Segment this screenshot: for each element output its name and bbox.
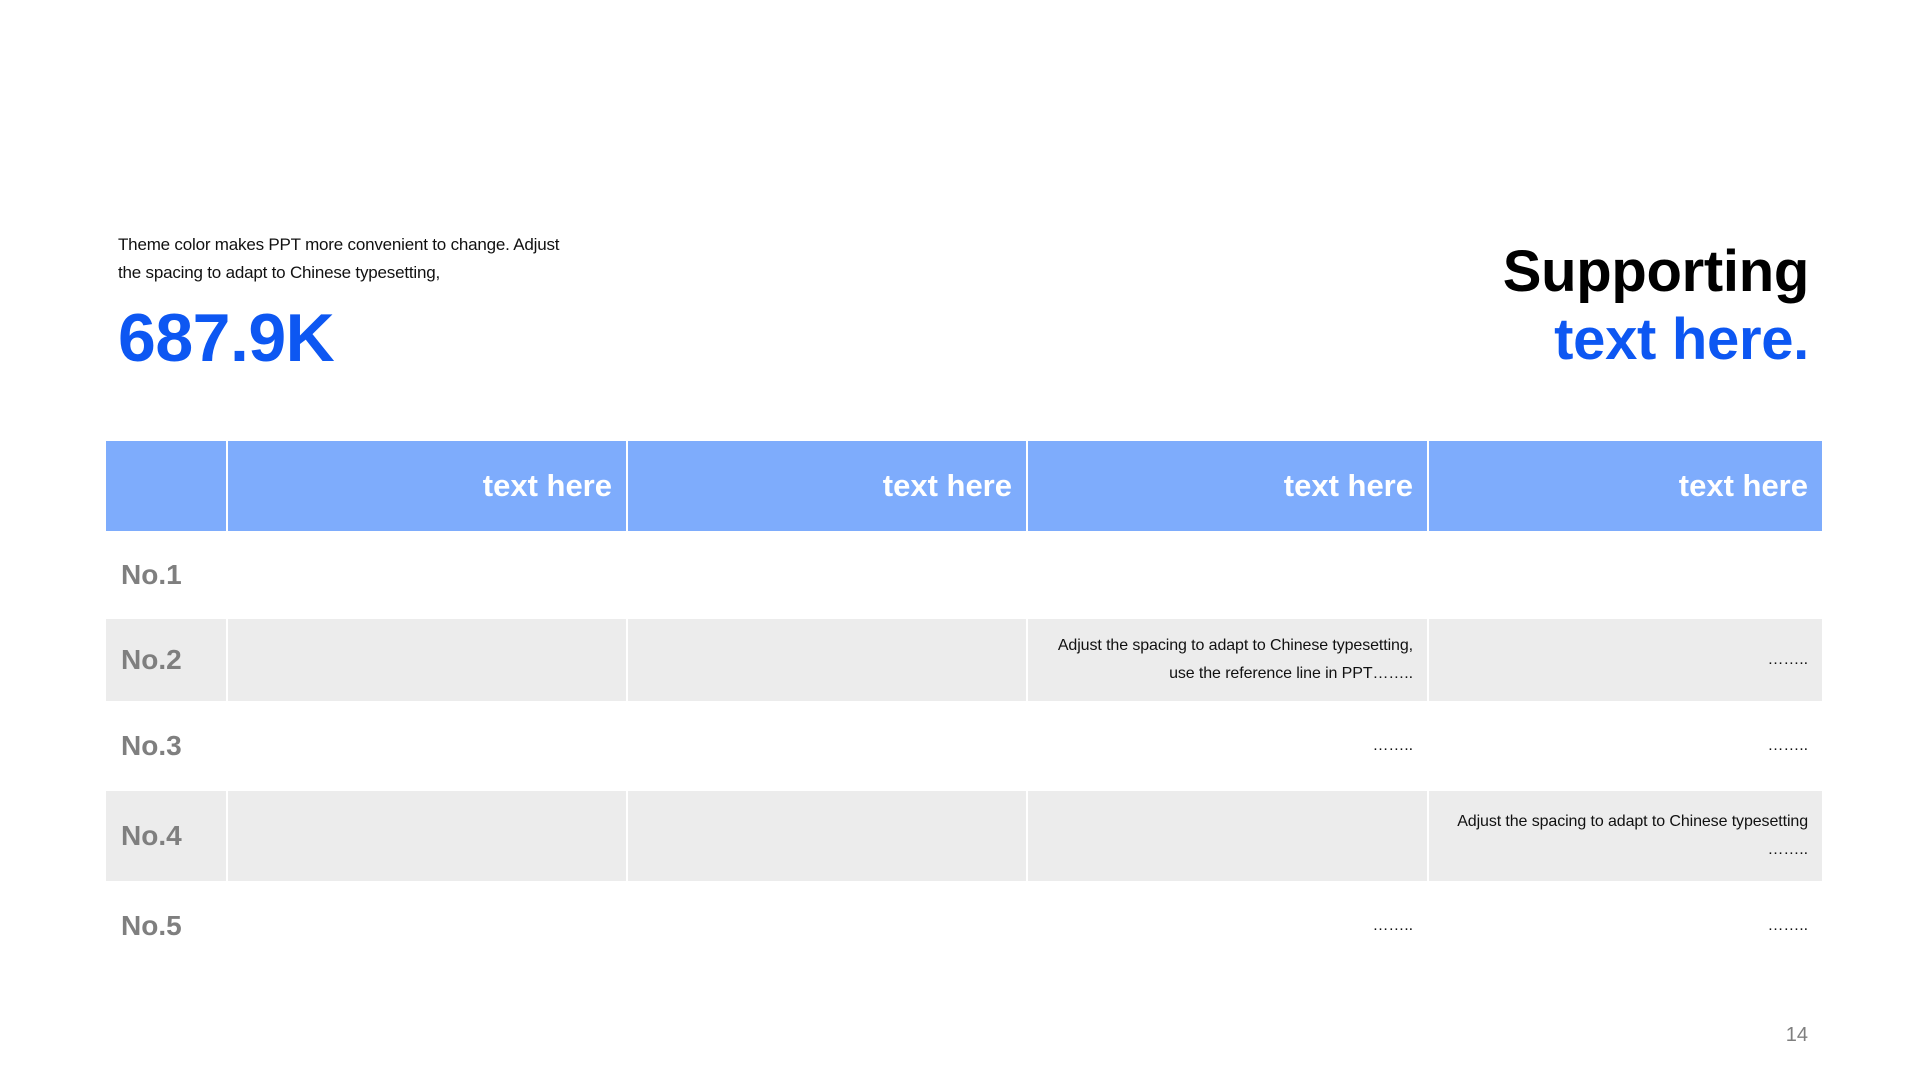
header-cell-3: text here [1028, 441, 1429, 531]
table-cell [228, 531, 628, 619]
supporting-heading: Supporting text here. [1502, 238, 1810, 374]
table-cell: Adjust the spacing to adapt to Chinese t… [1028, 619, 1429, 701]
table-cell [628, 531, 1028, 619]
table-cell: …….. [1028, 701, 1429, 791]
table-cell [628, 881, 1028, 971]
table-row: No.1 [106, 531, 1822, 619]
table-cell [1429, 531, 1822, 619]
row-label-cell: No.4 [106, 791, 228, 881]
table-cell: …….. [1429, 701, 1822, 791]
data-table: text here text here text here text here … [106, 441, 1822, 971]
row-label-cell: No.5 [106, 881, 228, 971]
row-label: No.2 [121, 644, 182, 675]
row-label-cell: No.1 [106, 531, 228, 619]
table-cell [228, 619, 628, 701]
table-cell [1028, 531, 1429, 619]
row-label-cell: No.2 [106, 619, 228, 701]
cell-text: …….. [1372, 737, 1414, 754]
row-label: No.5 [121, 910, 182, 941]
table-cell [628, 619, 1028, 701]
table-cell: …….. [1429, 619, 1822, 701]
row-label: No.4 [121, 820, 182, 851]
intro-description: Theme color makes PPT more convenient to… [118, 235, 560, 282]
big-number: 687.9K [118, 300, 335, 376]
table-cell [628, 701, 1028, 791]
table-row: No.2 Adjust the spacing to adapt to Chin… [106, 619, 1822, 701]
row-label: No.1 [121, 559, 182, 590]
table-cell [628, 791, 1028, 881]
cell-text: …….. [1767, 737, 1809, 754]
table-row: No.4 Adjust the spacing to adapt to Chin… [106, 791, 1822, 881]
table-cell [228, 701, 628, 791]
row-label: No.3 [121, 730, 182, 761]
cell-text: Adjust the spacing to adapt to Chinese t… [1457, 813, 1808, 858]
table-cell [1028, 791, 1429, 881]
table-row: No.3 …….. …….. [106, 701, 1822, 791]
row-label-cell: No.3 [106, 701, 228, 791]
table-cell [228, 791, 628, 881]
table-cell: …….. [1429, 881, 1822, 971]
header-cell-2: text here [628, 441, 1028, 531]
table-header-row: text here text here text here text here [106, 441, 1822, 531]
cell-text: Adjust the spacing to adapt to Chinese t… [1057, 637, 1413, 682]
header-cell-4: text here [1678, 468, 1808, 503]
page-number: 14 [1785, 1024, 1808, 1046]
supporting-line-1: Supporting [1502, 239, 1810, 304]
table-cell: Adjust the spacing to adapt to Chinese t… [1429, 791, 1822, 881]
table-row: No.5 …….. …….. [106, 881, 1822, 971]
table-cell: …….. [1028, 881, 1429, 971]
header-cell-empty [106, 441, 228, 531]
header-cell-1: text here [228, 441, 628, 531]
table-cell [228, 881, 628, 971]
supporting-line-2: text here. [1554, 307, 1809, 372]
cell-text: …….. [1372, 917, 1414, 934]
cell-text: …….. [1767, 651, 1809, 668]
cell-text: …….. [1767, 917, 1809, 934]
